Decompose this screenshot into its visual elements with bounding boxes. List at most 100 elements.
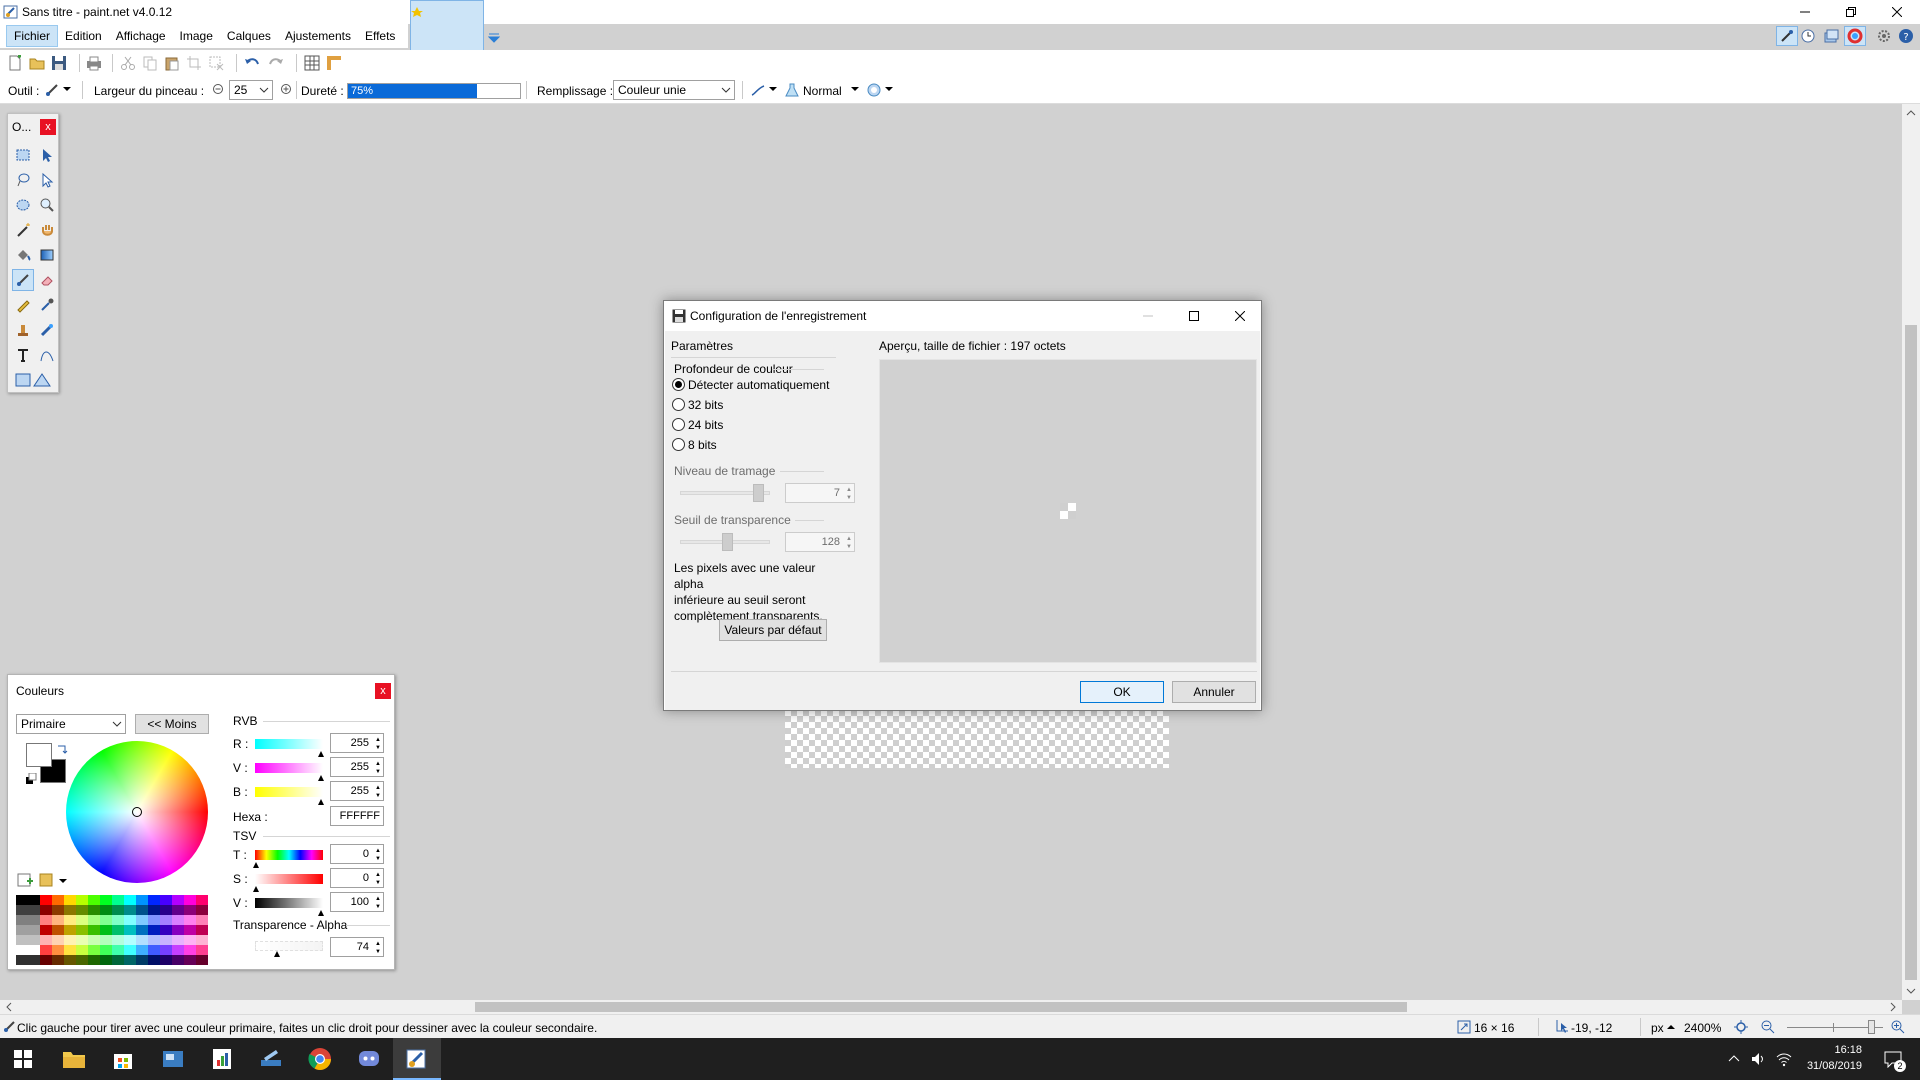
radio-32-bits-circle[interactable] [672, 398, 685, 411]
palette-swatch[interactable] [184, 895, 196, 905]
palette-swatch[interactable] [112, 915, 124, 925]
palette-swatch[interactable] [184, 925, 196, 935]
palette-swatch[interactable] [184, 955, 196, 965]
scroll-down-icon[interactable] [1902, 984, 1920, 998]
paint-bucket-tool[interactable] [12, 244, 34, 266]
magic-wand-tool[interactable] [12, 219, 34, 241]
palette-swatch[interactable] [172, 895, 184, 905]
palette-swatch[interactable] [160, 895, 172, 905]
palette-swatch[interactable] [40, 945, 52, 955]
palette-swatch[interactable] [52, 925, 64, 935]
palette-swatch[interactable] [172, 955, 184, 965]
saturation-slider-indicator[interactable] [253, 886, 259, 892]
palette-swatch[interactable] [100, 925, 112, 935]
palette-swatch[interactable] [64, 895, 76, 905]
blue-slider-indicator[interactable] [318, 799, 324, 805]
palette-swatch[interactable] [28, 935, 40, 945]
defaults-button[interactable]: Valeurs par défaut [719, 619, 827, 641]
palette-swatch[interactable] [64, 915, 76, 925]
layers-window-icon[interactable] [1823, 28, 1839, 44]
palette-swatch[interactable] [124, 945, 136, 955]
palette-swatch[interactable] [112, 955, 124, 965]
palette-swatch[interactable] [148, 895, 160, 905]
palette-swatch[interactable] [196, 955, 208, 965]
menu-edit[interactable]: Edition [58, 24, 109, 48]
palette-swatch[interactable] [196, 915, 208, 925]
palette-swatch[interactable] [148, 935, 160, 945]
scroll-up-icon[interactable] [1902, 106, 1920, 120]
palette-swatch[interactable] [100, 895, 112, 905]
color-picker-tool[interactable] [36, 294, 58, 316]
settings-gear-icon[interactable] [1876, 28, 1892, 44]
saturation-value-input[interactable]: 0 ▲ ▼ [330, 868, 384, 888]
app-icon-stack[interactable] [258, 1046, 284, 1072]
image-canvas[interactable] [785, 710, 1169, 768]
palette-swatch[interactable] [100, 905, 112, 915]
paste-icon[interactable] [164, 55, 180, 71]
zoom-to-window-icon[interactable] [1733, 1019, 1749, 1035]
palette-swatch[interactable] [112, 945, 124, 955]
palette-swatch[interactable] [76, 935, 88, 945]
chevron-down-icon[interactable] [58, 876, 68, 886]
increase-width-icon[interactable] [280, 83, 292, 95]
open-file-icon[interactable] [29, 55, 45, 71]
app-icon-chart[interactable] [209, 1046, 235, 1072]
close-button[interactable] [1874, 0, 1920, 24]
palette-swatch[interactable] [100, 935, 112, 945]
palette-swatch[interactable] [28, 895, 40, 905]
lasso-select-tool[interactable] [12, 169, 34, 191]
less-button[interactable]: << Moins [135, 714, 209, 734]
rulers-icon[interactable] [326, 55, 342, 71]
saturation-gradient-slider[interactable] [255, 874, 323, 884]
shapes-tool[interactable] [12, 369, 56, 391]
value-slider-indicator[interactable] [318, 910, 324, 916]
palette-swatch[interactable] [88, 955, 100, 965]
paintbrush-tool[interactable] [12, 269, 34, 291]
cancel-button[interactable]: Annuler [1172, 681, 1256, 703]
menu-adjustments[interactable]: Ajustements [278, 24, 358, 48]
palette-swatch[interactable] [40, 925, 52, 935]
chevron-down-icon[interactable] [768, 84, 778, 94]
eraser-tool[interactable] [36, 269, 58, 291]
palette-swatch[interactable] [196, 935, 208, 945]
move-selection-tool[interactable] [36, 169, 58, 191]
red-gradient-slider[interactable] [255, 739, 323, 749]
palette-swatch[interactable] [28, 915, 40, 925]
chevron-down-icon[interactable] [850, 84, 860, 94]
redo-icon[interactable] [268, 55, 284, 71]
grid-icon[interactable] [304, 55, 320, 71]
decrease-width-icon[interactable] [212, 83, 224, 95]
palette-swatch[interactable] [124, 895, 136, 905]
menu-effects[interactable]: Effets [358, 24, 402, 48]
palette-swatch[interactable] [112, 895, 124, 905]
alpha-slider-indicator[interactable] [274, 951, 280, 957]
radio-8-bits-circle[interactable] [672, 438, 685, 451]
radio-24-bits-circle[interactable] [672, 418, 685, 431]
palette-swatch[interactable] [52, 935, 64, 945]
green-gradient-slider[interactable] [255, 763, 323, 773]
palette-swatch[interactable] [184, 935, 196, 945]
palette-swatch[interactable] [148, 905, 160, 915]
green-value-input[interactable]: 255 ▲ ▼ [330, 757, 384, 777]
blue-gradient-slider[interactable] [255, 787, 323, 797]
palette-swatch[interactable] [112, 935, 124, 945]
palette-swatch[interactable] [160, 925, 172, 935]
palette-swatch[interactable] [136, 945, 148, 955]
zoom-in-icon[interactable] [1890, 1019, 1906, 1035]
restore-button[interactable] [1828, 0, 1874, 24]
palette-swatch[interactable] [148, 925, 160, 935]
radio-8-bits[interactable]: 8 bits [672, 437, 832, 453]
red-value-input[interactable]: 255 ▲ ▼ [330, 733, 384, 753]
dialog-close-button[interactable] [1217, 301, 1263, 331]
blue-value-input[interactable]: 255 ▲ ▼ [330, 781, 384, 801]
text-tool[interactable] [12, 344, 34, 366]
palette-swatch[interactable] [16, 955, 28, 965]
palette-swatch[interactable] [196, 925, 208, 935]
color-wheel[interactable] [66, 741, 208, 883]
palette-swatch[interactable] [172, 925, 184, 935]
scroll-right-icon[interactable] [1886, 1000, 1900, 1014]
palette-swatch[interactable] [52, 915, 64, 925]
ok-button[interactable]: OK [1080, 681, 1164, 703]
radio-24-bits[interactable]: 24 bits [672, 417, 832, 433]
palette-swatch[interactable] [124, 935, 136, 945]
